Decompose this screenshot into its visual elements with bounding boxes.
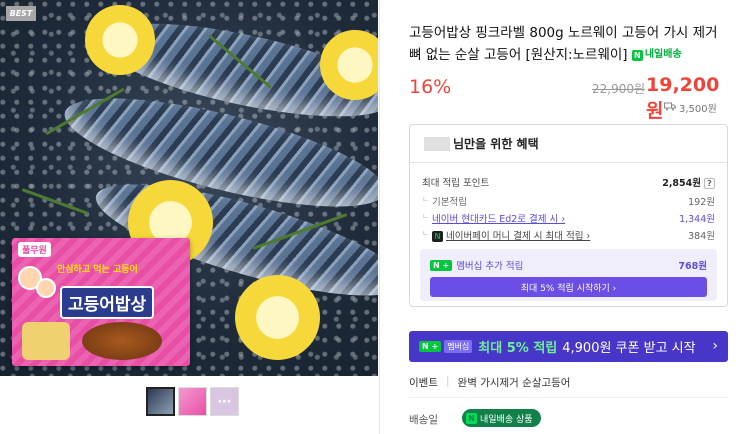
basic-points-label: 기본적립	[422, 194, 467, 208]
lemon-slice	[85, 5, 155, 75]
divider	[409, 397, 728, 398]
membership-row: N + 멤버십 추가 적립 768원	[430, 258, 707, 272]
truck-icon	[664, 102, 676, 114]
naver-n-icon: N	[466, 412, 477, 424]
package-title: 고등어밥상	[60, 286, 155, 319]
package-subtitle: 안심하고 먹는 고등어	[57, 265, 138, 275]
original-price: 22,900원	[592, 82, 646, 96]
naver-n-icon: N	[631, 49, 643, 61]
membership-label-wrap: N + 멤버십 추가 적립	[430, 258, 523, 272]
chevron-right-icon: ›	[712, 338, 718, 354]
membership-label: 멤버십 추가 적립	[456, 261, 524, 272]
product-page: BEST 풀무원 안심하고 먹는 고등어 고등어밥상 ⋯ 고등어밥상 핑크라벨 …	[0, 0, 743, 434]
membership-coupon-banner[interactable]: N + 멤버십 최대 5% 적립 4,900원 쿠폰 받고 시작 ›	[409, 331, 728, 362]
delivery-badge: N 내일배송	[631, 44, 682, 66]
npay-points-link[interactable]: 네이버페이 머니 결제 시 최대 적립 ›	[446, 231, 590, 242]
package-brand: 풀무원	[18, 242, 51, 257]
membership-box: N + 멤버십 추가 적립 768원 최대 5% 적립 시작하기 ›	[420, 249, 717, 301]
ellipsis-icon: ⋯	[217, 393, 232, 410]
npay-points-value: 384원	[688, 231, 715, 242]
naver-plus-badge: N +	[430, 259, 453, 271]
shipping-fee: 3,500원	[664, 100, 717, 115]
best-badge: BEST	[6, 6, 36, 21]
banner-text: 4,900원 쿠폰 받고 시작	[562, 341, 696, 356]
thumbnail-1[interactable]	[146, 387, 175, 416]
image-gallery: BEST 풀무원 안심하고 먹는 고등어 고등어밥상 ⋯	[0, 0, 380, 434]
delivery-date-badge: N 내일배송 상품	[462, 409, 541, 427]
product-info: 고등어밥상 핑크라벨 800g 노르웨이 고등어 가시 제거 뼈 없는 순살 고…	[396, 0, 734, 434]
max-points-label: 최대 적립 포인트	[422, 178, 490, 189]
package-food-image	[82, 322, 162, 360]
basic-points-value: 192원	[688, 197, 715, 208]
card-points-value: 1,344원	[679, 214, 715, 225]
membership-value: 768원	[678, 261, 707, 272]
package-food-image	[22, 322, 70, 360]
npay-points-wrap: N네이버페이 머니 결제 시 최대 적립 ›	[422, 228, 590, 242]
event-text: 완벽 가시제거 순살고등어	[457, 377, 571, 389]
character-face	[36, 278, 56, 298]
naver-plus-badge: N +	[419, 341, 442, 352]
help-icon[interactable]: ?	[704, 178, 715, 189]
product-title: 고등어밥상 핑크라벨 800g 노르웨이 고등어 가시 제거 뼈 없는 순살 고…	[409, 22, 724, 66]
benefit-header-text: 님만을 위한 혜택	[453, 137, 539, 151]
card-points-row: 네이버 현대카드 Ed2로 결제 시 › 1,344원	[422, 211, 715, 225]
max-points-value-wrap: 2,854원?	[662, 175, 715, 189]
card-points-wrap: 네이버 현대카드 Ed2로 결제 시 ›	[422, 211, 565, 225]
discount-rate: 16%	[409, 76, 452, 98]
sale-price: 19,200원	[646, 74, 720, 122]
basic-points-row: 기본적립 192원	[422, 194, 715, 208]
membership-start-button[interactable]: 최대 5% 적립 시작하기 ›	[430, 277, 707, 297]
blurred-username	[424, 136, 450, 151]
card-points-link[interactable]: 네이버 현대카드 Ed2로 결제 시 ›	[432, 214, 565, 225]
event-label: 이벤트	[409, 377, 438, 389]
thumbnail-list: ⋯	[146, 387, 239, 416]
delivery-label: 배송일	[409, 414, 438, 426]
benefit-box: 님만을 위한 혜택 최대 적립 포인트 2,854원? 기본적립 192원 네이…	[409, 124, 728, 307]
product-package: 풀무원 안심하고 먹는 고등어 고등어밥상	[12, 238, 190, 366]
npay-icon: N	[432, 231, 443, 242]
membership-tag: 멤버십	[444, 340, 473, 353]
event-divider: |	[445, 375, 450, 387]
npay-points-row: N네이버페이 머니 결제 시 최대 적립 › 384원	[422, 228, 715, 242]
lemon-slice	[235, 275, 320, 360]
delivery-date-badge-label: 내일배송 상품	[480, 414, 533, 425]
thumbnail-more[interactable]: ⋯	[210, 387, 239, 416]
benefit-header: 님만을 위한 혜택	[410, 125, 727, 163]
thumbnail-2[interactable]	[178, 387, 207, 416]
max-points-value: 2,854원	[662, 178, 701, 189]
shipping-fee-value: 3,500원	[679, 104, 717, 115]
main-product-image[interactable]: BEST 풀무원 안심하고 먹는 고등어 고등어밥상	[0, 0, 378, 376]
max-points-row: 최대 적립 포인트 2,854원?	[422, 175, 715, 189]
banner-accent-text: 최대 5% 적립	[478, 341, 558, 356]
event-row: 이벤트 | 완벽 가시제거 순살고등어	[409, 375, 570, 390]
delivery-badge-label: 내일배송	[644, 49, 682, 60]
